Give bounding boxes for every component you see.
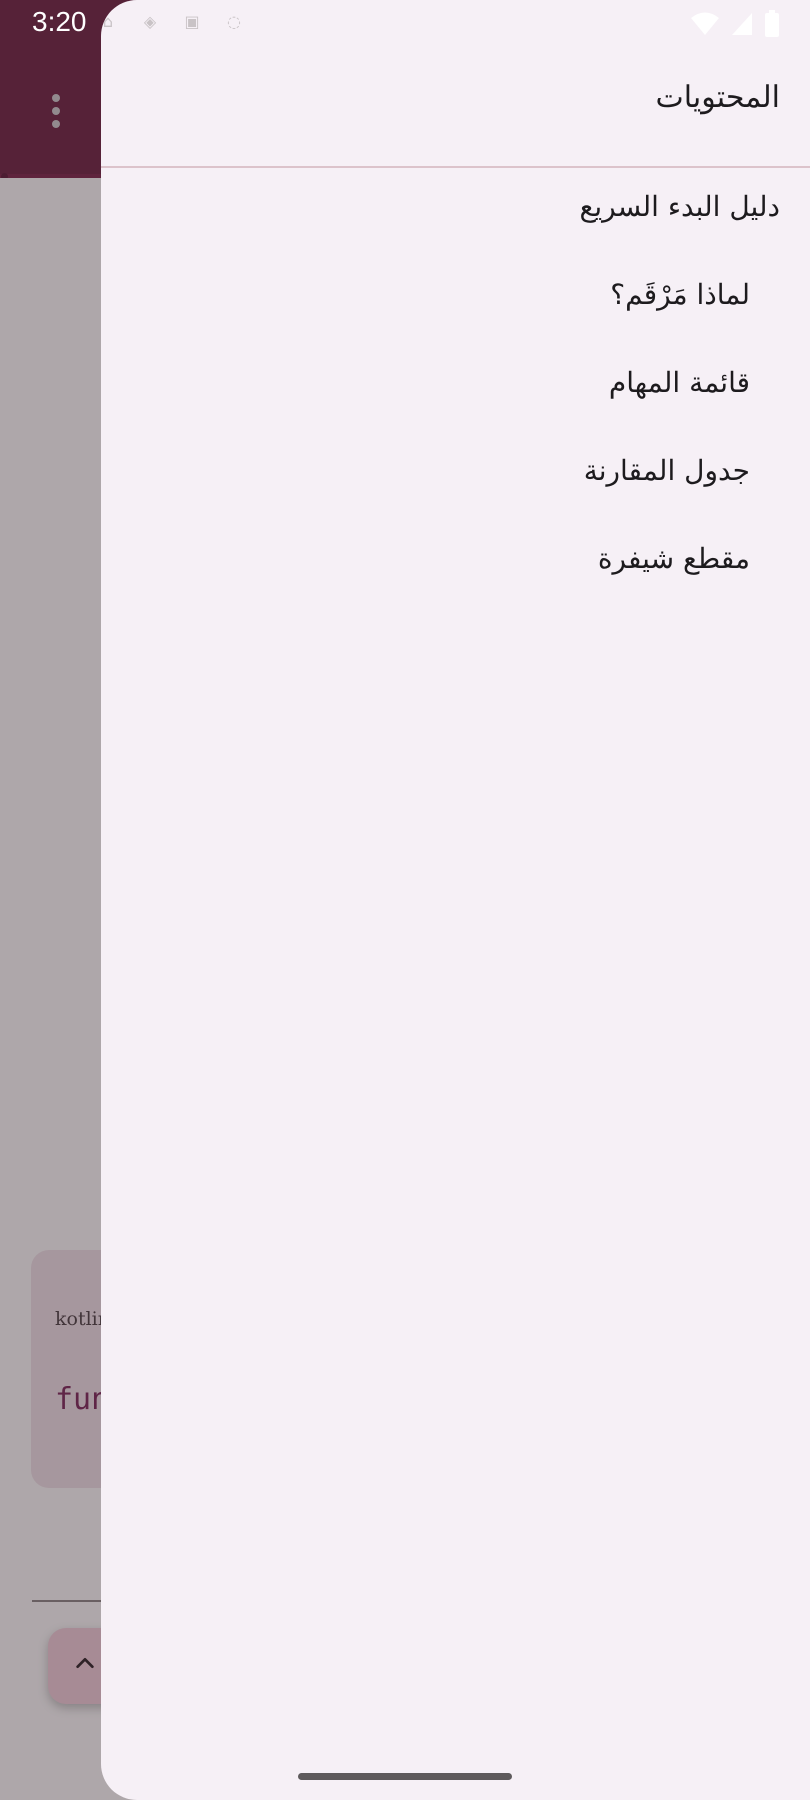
gesture-navigation-bar[interactable] [298, 1773, 512, 1780]
system-icons [690, 10, 780, 38]
drawer-divider [101, 166, 810, 168]
toc-item-label: قائمة المهام [608, 366, 750, 399]
drawer-title: المحتويات [655, 80, 780, 115]
home-icon: ⌂ [102, 12, 114, 31]
table-of-contents-drawer: المحتويات دليل البدء السريع لماذا مَرْقَ… [101, 0, 810, 1800]
toc-item-label: دليل البدء السريع [579, 190, 780, 223]
shield-icon: ◈ [143, 12, 157, 31]
toc-item-label: جدول المقارنة [583, 454, 750, 487]
notification-icons: ⌂ ◈ ▣ ◌ [98, 12, 244, 32]
toc-item-code-snippet[interactable]: مقطع شيفرة [101, 542, 810, 630]
toc-item-why-marqam[interactable]: لماذا مَرْقَم؟ [101, 278, 810, 366]
sync-icon: ◌ [227, 12, 241, 31]
battery-icon [765, 10, 779, 37]
status-time: 3:20 [32, 6, 87, 37]
toc-item-task-list[interactable]: قائمة المهام [101, 366, 810, 454]
toc-item-comparison-table[interactable]: جدول المقارنة [101, 454, 810, 542]
wifi-icon [691, 12, 719, 35]
toc-item-label: لماذا مَرْقَم؟ [610, 278, 750, 311]
toc-list: دليل البدء السريع لماذا مَرْقَم؟ قائمة ا… [101, 190, 810, 630]
status-bar: 3:20 ⌂ ◈ ▣ ◌ [0, 0, 810, 48]
app-icon: ▣ [184, 12, 200, 31]
toc-item-label: مقطع شيفرة [597, 542, 750, 575]
toc-item-quick-start-guide[interactable]: دليل البدء السريع [101, 190, 810, 278]
cellular-signal-icon [732, 13, 752, 35]
